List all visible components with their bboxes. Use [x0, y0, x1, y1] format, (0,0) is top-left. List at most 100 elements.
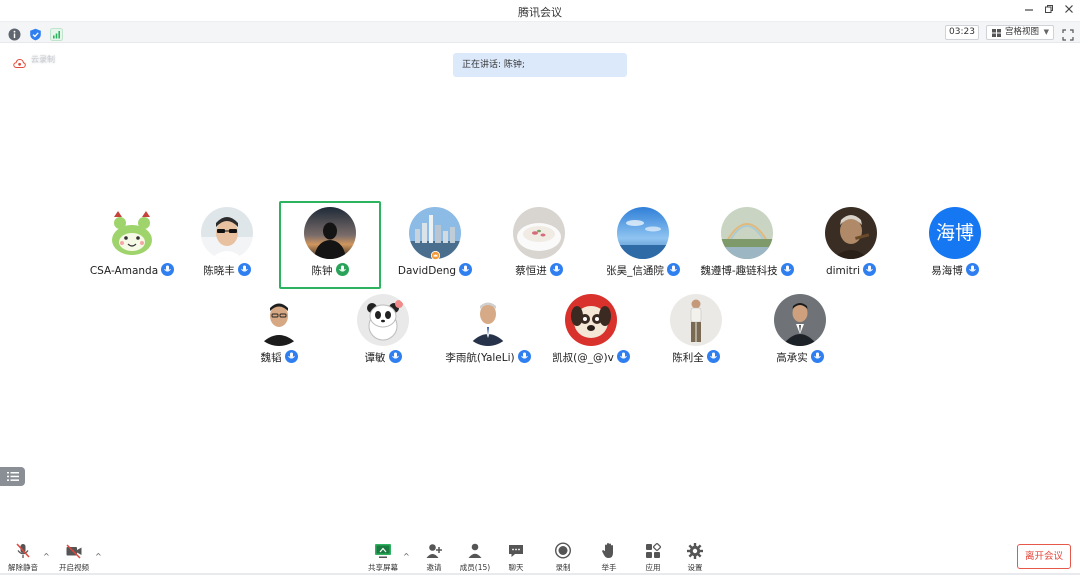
avatar — [462, 294, 514, 346]
chat-button[interactable]: 聊天 — [494, 542, 538, 574]
cloud-record-text: 云录制 — [31, 55, 55, 64]
settings-label: 设置 — [687, 563, 703, 572]
participant-tile-active-speaker[interactable]: 陈钟 — [279, 201, 381, 289]
avatar — [253, 294, 305, 346]
participant-tile[interactable]: DavidDeng — [384, 201, 486, 289]
participant-name: 魏遵博-趣链科技 — [700, 265, 778, 277]
mic-icon — [549, 263, 563, 276]
chat-icon — [509, 545, 523, 557]
participant-name: 蔡恒进 — [515, 265, 547, 277]
fullscreen-icon[interactable] — [1062, 26, 1074, 41]
participant-name: 陈利全 — [672, 352, 704, 364]
signal-icon[interactable] — [50, 26, 63, 41]
info-icon[interactable] — [8, 26, 21, 41]
participant-name: 凯叔(@_@)v — [552, 352, 614, 364]
participant-tile[interactable]: 魏遵博-趣链科技 — [696, 201, 798, 289]
mic-icon — [706, 350, 720, 363]
avatar — [774, 294, 826, 346]
participant-tile[interactable]: 陈利全 — [645, 288, 747, 376]
record-button[interactable]: 录制 — [541, 542, 585, 574]
avatar — [201, 207, 253, 259]
participant-tile[interactable]: 蔡恒进 — [488, 201, 590, 289]
cloud-record-indicator[interactable]: 云录制 — [13, 54, 55, 68]
chevron-down-icon: ▼ — [1043, 28, 1049, 36]
close-icon[interactable] — [1060, 2, 1078, 20]
mic-icon — [863, 263, 877, 276]
avatar — [565, 294, 617, 346]
participant-tile[interactable]: 陈晓丰 — [176, 201, 278, 289]
mic-speaking-icon — [335, 263, 349, 276]
participant-name: 李雨航(YaleLi) — [445, 352, 515, 364]
mic-icon — [388, 350, 402, 363]
speaking-banner: 正在讲话: 陈钟; — [453, 53, 627, 77]
participant-name: 陈晓丰 — [203, 265, 235, 277]
participant-tile[interactable]: 李雨航(YaleLi) — [437, 288, 539, 376]
avatar-text: 海博 — [929, 207, 981, 259]
meeting-toolbar: 解除静音 ^ 开启视频 ^ 共享屏幕 ^ 邀请 成员(15) 聊天 录制 举手 … — [0, 540, 1080, 575]
avatar — [617, 207, 669, 259]
host-badge-icon — [431, 251, 440, 260]
participant-name: CSA-Amanda — [89, 265, 159, 277]
participant-name: 易海博 — [931, 265, 963, 277]
chevron-up-icon[interactable]: ^ — [403, 552, 410, 561]
apps-icon — [646, 542, 662, 558]
participant-tile[interactable]: 谭敏 — [332, 288, 434, 376]
window-title: 腾讯会议 — [518, 6, 562, 19]
grid-icon — [992, 29, 1001, 37]
restore-icon[interactable] — [1040, 2, 1058, 20]
cloud-record-icon — [13, 58, 26, 68]
chevron-up-icon[interactable]: ^ — [43, 552, 50, 561]
participant-name: 陈钟 — [311, 265, 333, 277]
share-screen-button[interactable]: 共享屏幕 — [361, 542, 405, 574]
avatar — [106, 207, 158, 259]
participant-tile[interactable]: 海博 易海博 — [904, 201, 1006, 289]
avatar — [670, 294, 722, 346]
avatar — [825, 207, 877, 259]
mic-icon — [965, 263, 979, 276]
raise-hand-icon — [602, 543, 613, 558]
record-icon — [554, 542, 572, 559]
avatar — [513, 207, 565, 259]
add-user-icon — [426, 544, 442, 558]
participant-tile[interactable]: dimitri — [800, 201, 902, 289]
video-off-icon — [66, 544, 82, 559]
participant-name: 高承实 — [776, 352, 808, 364]
view-mode-dropdown[interactable]: 宫格视图 ▼ — [986, 25, 1054, 40]
mic-icon — [517, 350, 531, 363]
participant-name: DavidDeng — [397, 265, 457, 277]
title-bar: 腾讯会议 — [0, 0, 1080, 22]
meeting-timer: 03:23 — [945, 25, 979, 40]
participant-name: 张昊_信通院 — [606, 265, 664, 277]
view-mode-label: 宫格视图 — [1005, 27, 1040, 37]
participant-name: 谭敏 — [364, 352, 386, 364]
settings-button[interactable]: 设置 — [673, 542, 717, 574]
member-list-toggle[interactable] — [0, 467, 25, 486]
minimize-icon[interactable] — [1020, 2, 1038, 20]
start-video-button[interactable]: 开启视频 — [52, 542, 96, 574]
participant-name: 魏韬 — [260, 352, 282, 364]
avatar — [357, 294, 409, 346]
participant-tile[interactable]: 张昊_信通院 — [592, 201, 694, 289]
chevron-up-icon[interactable]: ^ — [95, 552, 102, 561]
mic-muted-icon — [16, 543, 30, 558]
mic-icon — [459, 263, 473, 276]
share-screen-icon — [375, 544, 391, 558]
leave-meeting-button[interactable]: 离开会议 — [1017, 544, 1071, 569]
status-bar: 03:23 宫格视图 ▼ — [0, 22, 1080, 43]
mic-icon — [284, 350, 298, 363]
avatar — [721, 207, 773, 259]
participant-tile[interactable]: 高承实 — [749, 288, 851, 376]
mic-icon — [666, 263, 680, 276]
share-screen-label: 共享屏幕 — [368, 563, 398, 572]
participant-tile[interactable]: CSA-Amanda — [81, 201, 183, 289]
mic-icon — [780, 263, 794, 276]
participant-tile[interactable]: 凯叔(@_@)v — [540, 288, 642, 376]
gear-icon — [687, 543, 703, 559]
participant-tile[interactable]: 魏韬 — [228, 288, 330, 376]
shield-icon[interactable] — [29, 26, 42, 41]
unmute-button[interactable]: 解除静音 — [1, 542, 45, 574]
list-icon — [7, 472, 19, 481]
mic-icon — [237, 263, 251, 276]
participant-name: dimitri — [825, 265, 861, 277]
unmute-label: 解除静音 — [8, 563, 38, 572]
